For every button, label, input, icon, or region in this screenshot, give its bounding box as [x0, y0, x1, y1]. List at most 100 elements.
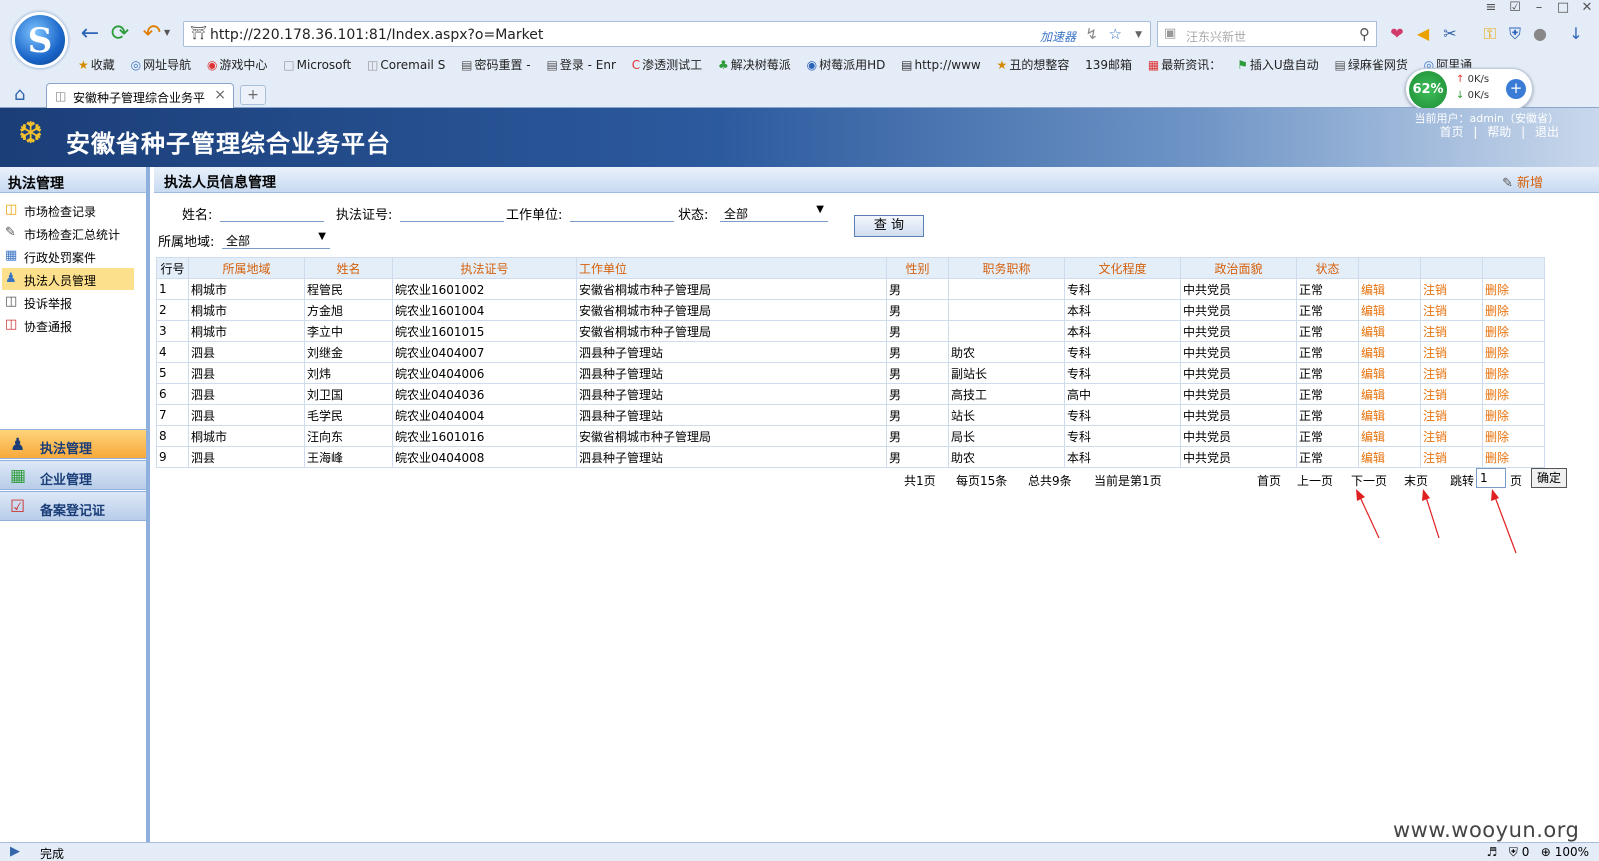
deactivate-link[interactable]: 注销 — [1420, 299, 1483, 321]
query-button[interactable]: 查 询 — [854, 215, 924, 237]
accordion-registration[interactable]: ☑ 备案登记证 — [0, 491, 146, 521]
extension-icon-1[interactable]: ❤ — [1387, 24, 1407, 44]
pager-first[interactable]: 首页 — [1257, 472, 1281, 489]
address-bar[interactable]: ⛩ http://220.178.36.101:81/Index.aspx?o=… — [183, 21, 1151, 47]
search-engine-icon[interactable]: ▣ — [1164, 26, 1176, 41]
edit-link[interactable]: 编辑 — [1358, 404, 1421, 426]
bookmark-item[interactable]: ◫ Coremail S — [367, 58, 445, 72]
bookmark-item[interactable]: C 渗透测试工 — [632, 56, 702, 73]
bookmark-item[interactable]: □ Microsoft — [283, 58, 351, 72]
region-select[interactable]: 全部 ▼ — [222, 231, 330, 249]
search-icon[interactable]: ⚲ — [1359, 25, 1370, 43]
new-tab-button[interactable]: + — [240, 85, 266, 105]
menu-icon[interactable]: ≡ — [1479, 0, 1503, 15]
sidebar-item-inspection-stats[interactable]: ✎ 市场检查汇总统计 — [2, 222, 134, 244]
scissors-icon[interactable]: ✂ — [1440, 24, 1460, 44]
cert-input[interactable] — [400, 204, 504, 222]
deactivate-link[interactable]: 注销 — [1420, 278, 1483, 300]
search-box[interactable]: ▣ 汪东兴新世 ⚲ — [1157, 21, 1377, 47]
sidebar-item-market-inspection[interactable]: ◫ 市场检查记录 — [2, 199, 134, 221]
bookmark-item[interactable]: ▤ 登录 - Enr — [546, 56, 615, 73]
delete-link[interactable]: 删除 — [1482, 341, 1545, 363]
bookmark-item[interactable]: ◉ 游戏中心 — [207, 56, 268, 73]
bookmark-item[interactable]: ▦ 最新资讯： — [1148, 56, 1221, 73]
accelerator-label[interactable]: 加速器 — [1040, 28, 1076, 45]
accordion-law-enforcement[interactable]: ♟ 执法管理 — [0, 429, 146, 459]
bookmark-item[interactable]: ◎ 网址导航 — [131, 56, 192, 73]
edit-link[interactable]: 编辑 — [1358, 278, 1421, 300]
delete-link[interactable]: 删除 — [1482, 425, 1545, 447]
speaker-icon[interactable]: ♬ — [1487, 845, 1498, 859]
lightning-icon[interactable]: ↯ — [1085, 25, 1098, 43]
deactivate-link[interactable]: 注销 — [1420, 383, 1483, 405]
bookmark-item[interactable]: ★ 丑的想整容 — [997, 56, 1070, 73]
sidebar-item-notices[interactable]: ◫ 协查通报 — [2, 314, 134, 336]
accordion-enterprise[interactable]: ▦ 企业管理 — [0, 460, 146, 490]
delete-link[interactable]: 删除 — [1482, 446, 1545, 468]
bookmark-item[interactable]: ♣ 解决树莓派 — [718, 56, 791, 73]
skin-icon[interactable]: ☑ — [1503, 0, 1527, 15]
restore-icon[interactable]: □ — [1551, 0, 1575, 15]
close-icon[interactable]: ✕ — [1575, 0, 1599, 15]
sidebar-item-complaints[interactable]: ◫ 投诉举报 — [2, 291, 134, 313]
tab-close-icon[interactable]: × — [214, 87, 226, 103]
address-dropdown-icon[interactable]: ▼ — [1135, 30, 1142, 40]
deactivate-link[interactable]: 注销 — [1420, 425, 1483, 447]
deactivate-link[interactable]: 注销 — [1420, 341, 1483, 363]
region-cell: 桐城市 — [188, 278, 305, 300]
delete-link[interactable]: 删除 — [1482, 404, 1545, 426]
deactivate-link[interactable]: 注销 — [1420, 320, 1483, 342]
key-icon[interactable]: ⚿ — [1480, 24, 1500, 44]
sidebar-item-personnel[interactable]: ♟ 执法人员管理 — [2, 268, 134, 290]
edit-link[interactable]: 编辑 — [1358, 446, 1421, 468]
network-monitor[interactable]: 62% ↑ 0K/s ↓ 0K/s + — [1405, 68, 1533, 110]
status-select[interactable]: 全部 ▼ — [720, 204, 828, 222]
sidebar-toggle-icon[interactable]: ▶ — [10, 844, 20, 859]
extension-icon-2[interactable]: ◀ — [1413, 24, 1433, 44]
zoom-icon[interactable]: ⊕ — [1541, 845, 1551, 859]
download-icon[interactable]: ↓ — [1566, 24, 1586, 44]
edit-link[interactable]: 编辑 — [1358, 341, 1421, 363]
bookmark-item[interactable]: 139邮箱 — [1085, 56, 1132, 73]
chat-icon[interactable]: ● — [1530, 24, 1550, 44]
minimize-icon[interactable]: – — [1527, 0, 1551, 15]
delete-link[interactable]: 删除 — [1482, 278, 1545, 300]
bookmark-item[interactable]: ⚑ 插入U盘自动 — [1237, 56, 1319, 73]
delete-link[interactable]: 删除 — [1482, 320, 1545, 342]
bookmark-item[interactable]: ▤ 绿麻雀网货 — [1334, 56, 1407, 73]
refresh-icon[interactable]: ⟳ — [108, 22, 132, 46]
delete-link[interactable]: 删除 — [1482, 299, 1545, 321]
edit-link[interactable]: 编辑 — [1358, 299, 1421, 321]
delete-link[interactable]: 删除 — [1482, 362, 1545, 384]
home-icon[interactable]: ⌂ — [14, 84, 25, 105]
sidebar-item-penalty-cases[interactable]: ▦ 行政处罚案件 — [2, 245, 134, 267]
cert-cell: 皖农业0404036 — [392, 383, 577, 405]
edit-link[interactable]: 编辑 — [1358, 425, 1421, 447]
shield-check-icon[interactable]: ⛨ — [1505, 24, 1525, 44]
edit-link[interactable]: 编辑 — [1358, 320, 1421, 342]
deactivate-link[interactable]: 注销 — [1420, 362, 1483, 384]
deactivate-link[interactable]: 注销 — [1420, 404, 1483, 426]
search-input[interactable]: 汪东兴新世 — [1186, 28, 1246, 45]
help-link[interactable]: 帮助 — [1487, 125, 1511, 139]
edit-link[interactable]: 编辑 — [1358, 383, 1421, 405]
delete-link[interactable]: 删除 — [1482, 383, 1545, 405]
plus-icon[interactable]: + — [1506, 79, 1526, 99]
home-link[interactable]: 首页 — [1440, 125, 1464, 139]
edit-link[interactable]: 编辑 — [1358, 362, 1421, 384]
bookmark-item[interactable]: ★ 收藏 — [78, 56, 115, 73]
undo-icon[interactable]: ↶ — [140, 22, 164, 46]
star-icon[interactable]: ☆ — [1109, 25, 1122, 43]
bookmark-item[interactable]: ▤ http://www — [901, 58, 981, 72]
bookmark-item[interactable]: ▤ 密码重置 - — [461, 56, 531, 73]
logout-link[interactable]: 退出 — [1535, 125, 1559, 139]
deactivate-link[interactable]: 注销 — [1420, 446, 1483, 468]
name-input[interactable] — [220, 204, 324, 222]
back-icon[interactable]: ← — [78, 22, 102, 46]
pager-prev[interactable]: 上一页 — [1297, 472, 1333, 489]
unit-input[interactable] — [570, 204, 674, 222]
add-button[interactable]: ✎ 新增 — [1502, 172, 1543, 191]
bookmark-item[interactable]: ◉ 树莓派用HD — [807, 56, 886, 73]
browser-tab[interactable]: ◫ 安徽种子管理综合业务平 × — [46, 83, 234, 108]
undo-dropdown-icon[interactable]: ▼ — [164, 28, 170, 37]
